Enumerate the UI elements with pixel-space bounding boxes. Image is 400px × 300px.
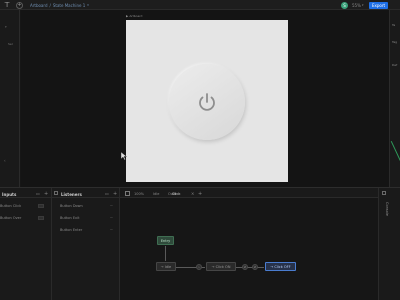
tab-idle[interactable]: Idle [153, 192, 159, 196]
entry-node[interactable]: Entry [157, 236, 174, 245]
add-input-icon[interactable]: + [44, 191, 48, 197]
listener-item[interactable]: Button Down [60, 204, 83, 208]
input-toggle[interactable] [38, 216, 44, 220]
add-button[interactable]: + [16, 1, 23, 9]
right-panel [389, 10, 400, 187]
right-panel-label: Def [392, 63, 398, 67]
left-panel [0, 10, 20, 187]
transition-badge[interactable]: 2 [252, 264, 258, 270]
folder-icon[interactable]: ▭ [36, 191, 40, 196]
cursor-icon [121, 152, 127, 160]
console-panel: Console [378, 188, 400, 300]
listener-item[interactable]: Button Exit [60, 216, 79, 220]
chevron-down-icon[interactable]: ▾ [87, 3, 89, 7]
input-toggle[interactable] [38, 204, 44, 208]
artboard-label: ▶ Artboard [126, 14, 143, 18]
right-panel-label: Ta [392, 23, 396, 27]
console-icon[interactable] [382, 191, 386, 195]
more-icon[interactable]: ··· [110, 215, 113, 220]
listeners-title: Listeners [61, 192, 82, 197]
more-icon[interactable]: ··· [110, 227, 113, 232]
breadcrumb-item-state-machine[interactable]: State Machine 1 [53, 3, 85, 8]
transition-line [165, 246, 166, 261]
left-panel-item[interactable]: Sel [8, 42, 13, 46]
transition-badge[interactable]: 2 [242, 264, 248, 270]
transition-badge[interactable]: › [196, 264, 202, 270]
avatar[interactable]: S [341, 1, 348, 9]
transition-line [236, 267, 264, 268]
breadcrumb-separator: / [49, 2, 51, 8]
tab-100[interactable]: 100% [134, 192, 144, 196]
state-node-click-off[interactable]: → Click OFF [265, 262, 296, 271]
export-button[interactable]: Export [369, 1, 388, 9]
tab-click[interactable]: Click [172, 192, 180, 196]
timeline-tabs: 100% Idle Over Click × + [120, 188, 378, 198]
listeners-panel: Listeners ▭ + Button Down ··· Button Exi… [52, 188, 120, 300]
close-icon[interactable]: × [191, 191, 194, 196]
listener-icon [54, 191, 58, 195]
breadcrumb: Artboard / State Machine 1 ▾ [30, 2, 89, 8]
input-item[interactable]: Button Click [0, 204, 21, 208]
listeners-header: Listeners ▭ + [52, 188, 119, 198]
power-icon [199, 93, 215, 111]
layers-icon[interactable] [125, 191, 130, 196]
inputs-title: Inputs [2, 192, 17, 197]
console-title[interactable]: Console [383, 202, 389, 232]
play-icon[interactable]: ▶ [126, 14, 128, 18]
add-tab-icon[interactable]: + [198, 191, 202, 197]
inputs-panel: Inputs ▭ + Button Click Button Over [0, 188, 52, 300]
rive-logo-icon[interactable]: ⊤ [3, 1, 11, 9]
inputs-header: Inputs ▭ + [0, 188, 51, 198]
zoom-level[interactable]: 55% [352, 3, 361, 8]
breadcrumb-item-artboard[interactable]: Artboard [30, 3, 48, 8]
add-listener-icon[interactable]: + [113, 191, 117, 197]
chevron-left-icon[interactable]: ‹ [4, 158, 6, 163]
input-item[interactable]: Button Over [0, 216, 21, 220]
folder-icon[interactable]: ▭ [105, 191, 109, 196]
state-node-idle[interactable]: → Idle [156, 262, 176, 271]
right-panel-label: Tag [392, 40, 398, 44]
more-icon[interactable]: ··· [110, 203, 113, 208]
chevron-down-icon[interactable]: ▾ [362, 3, 364, 7]
state-node-click-on[interactable]: → Click ON [206, 262, 236, 271]
listener-item[interactable]: Button Enter [60, 228, 82, 232]
left-panel-item[interactable]: T [5, 25, 7, 29]
